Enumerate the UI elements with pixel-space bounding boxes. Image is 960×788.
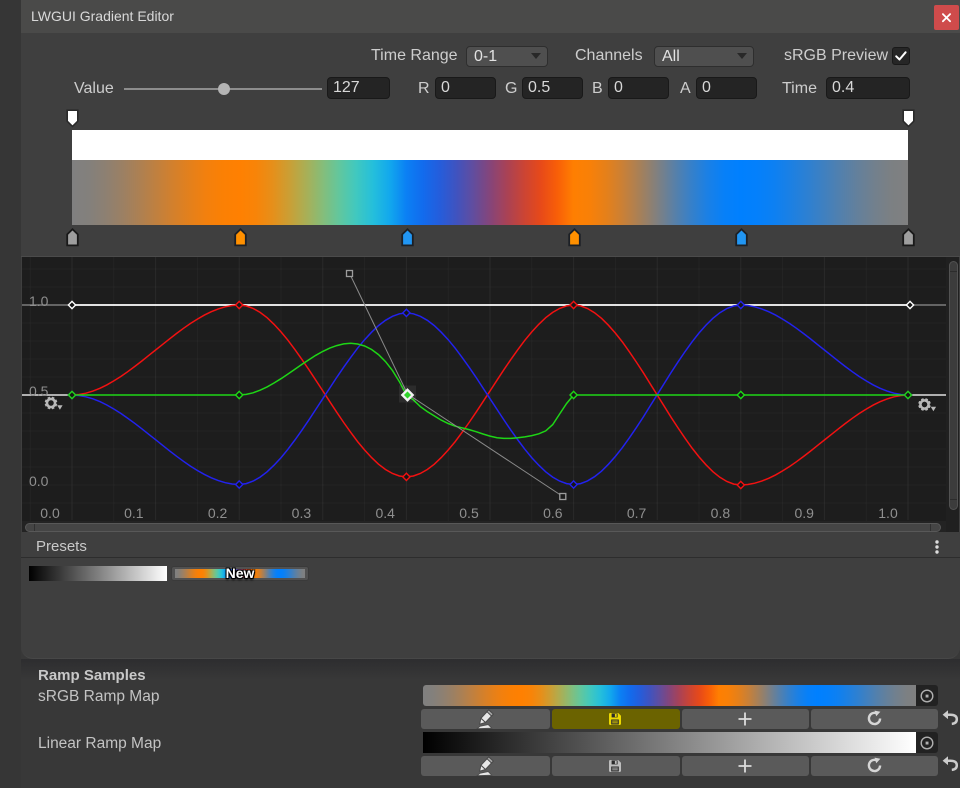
svg-text:0.3: 0.3 (292, 505, 312, 521)
svg-text:0.7: 0.7 (627, 505, 647, 521)
svg-text:0.0: 0.0 (40, 505, 60, 521)
svg-text:0.5: 0.5 (459, 505, 479, 521)
svg-text:0.2: 0.2 (208, 505, 228, 521)
svg-text:0.8: 0.8 (711, 505, 731, 521)
svg-text:0.1: 0.1 (124, 505, 144, 521)
svg-text:0.9: 0.9 (794, 505, 814, 521)
svg-text:0.4: 0.4 (375, 505, 395, 521)
svg-text:0.6: 0.6 (543, 505, 563, 521)
svg-text:1.0: 1.0 (878, 505, 898, 521)
